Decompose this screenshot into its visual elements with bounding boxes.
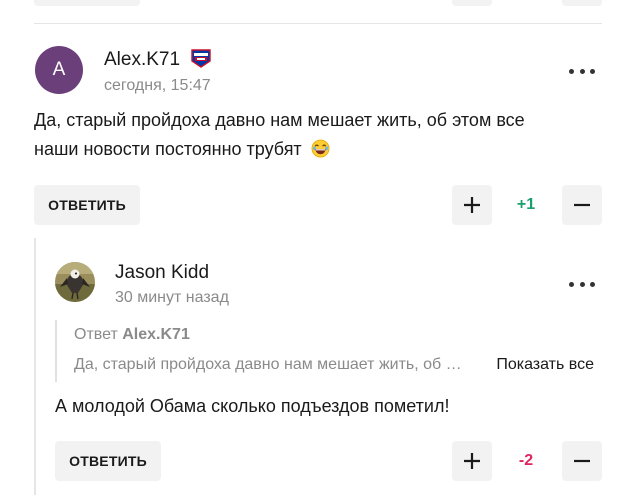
comment-author[interactable]: Alex.K71 — [104, 49, 180, 71]
comment-time: сегодня, 15:47 — [104, 77, 211, 94]
quote-prefix: Ответ — [74, 326, 118, 343]
avatar[interactable]: A — [35, 46, 83, 94]
comment-divider — [34, 23, 602, 24]
more-options-icon[interactable] — [569, 67, 595, 75]
previous-reply-button-edge[interactable] — [34, 0, 140, 6]
quote-text: Да, старый пройдоха давно нам мешает жит… — [74, 356, 466, 373]
upvote-button[interactable] — [452, 185, 492, 225]
comment-text-line-1: Да, старый пройдоха давно нам мешает жит… — [34, 110, 525, 130]
minus-icon — [574, 459, 590, 463]
plus-icon — [464, 453, 480, 469]
show-all-link[interactable]: Показать все — [496, 356, 594, 374]
plus-icon — [464, 197, 480, 213]
quoted-reply: Ответ Alex.K71 Да, старый пройдоха давно… — [55, 320, 602, 382]
more-options-icon[interactable] — [569, 280, 595, 288]
reply-button[interactable]: ОТВЕТИТЬ — [34, 185, 140, 225]
quote-author[interactable]: Alex.K71 — [122, 326, 190, 343]
quote-header: Ответ Alex.K71 — [74, 326, 190, 344]
author-name: Jason Kidd — [115, 262, 210, 283]
comment-author[interactable]: Jason Kidd — [115, 262, 209, 284]
reply-label: ОТВЕТИТЬ — [48, 197, 126, 213]
avatar[interactable] — [55, 262, 95, 302]
author-name: Alex.K71 — [104, 49, 181, 70]
laughing-face-emoji-icon — [311, 139, 330, 158]
vote-score: +1 — [516, 196, 536, 213]
reply-button[interactable]: ОТВЕТИТЬ — [55, 441, 161, 481]
previous-upvote-button-edge[interactable] — [452, 0, 492, 6]
downvote-button[interactable] — [562, 441, 602, 481]
comment-text-line-2: наши новости постоянно трубят — [34, 135, 594, 164]
upvote-button[interactable] — [452, 441, 492, 481]
comment-text: А молодой Обама сколько подъездов помети… — [55, 396, 450, 416]
comment-text-line-2-content: наши новости постоянно трубят — [34, 139, 302, 159]
minus-icon — [574, 203, 590, 207]
reply-label: ОТВЕТИТЬ — [69, 453, 147, 469]
bird-photo-avatar-icon — [55, 262, 95, 302]
avatar-letter: A — [52, 59, 66, 80]
reply-thread-line — [34, 238, 36, 495]
vote-score: -2 — [518, 452, 534, 469]
previous-comment-tail — [34, 0, 602, 6]
comment-time: 30 минут назад — [115, 289, 229, 306]
ny-rangers-logo-icon — [191, 49, 211, 68]
comment-text: Да, старый пройдоха давно нам мешает жит… — [34, 106, 594, 164]
downvote-button[interactable] — [562, 185, 602, 225]
previous-downvote-button-edge[interactable] — [562, 0, 602, 6]
